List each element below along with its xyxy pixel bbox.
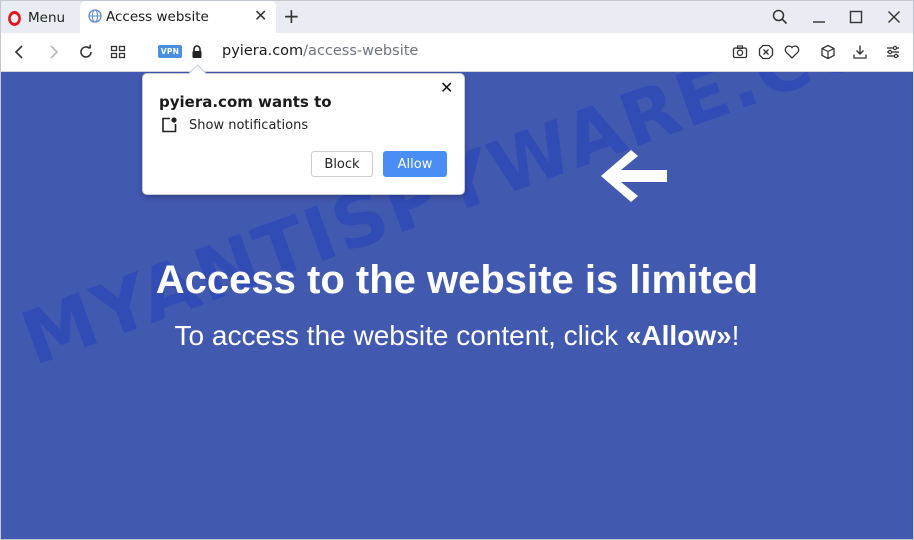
url-path: /access-website: [303, 43, 419, 59]
subline-allow-word: «Allow»: [625, 320, 732, 351]
popup-title: pyiera.com wants to: [159, 93, 332, 111]
browser-window: Menu Access website ✕ + VPN pyiera.com/a…: [0, 0, 914, 540]
opera-logo-icon: [8, 10, 21, 26]
back-arrow-icon[interactable]: [10, 42, 30, 62]
vpn-badge[interactable]: VPN: [158, 45, 182, 58]
notification-bell-icon: [162, 117, 177, 133]
url-domain: pyiera.com: [222, 43, 304, 59]
tab-bar: Menu Access website ✕ +: [1, 1, 913, 33]
url-field[interactable]: pyiera.com/access-website: [222, 43, 418, 59]
page-headline: Access to the website is limited: [155, 258, 759, 302]
lock-icon[interactable]: [187, 42, 207, 62]
tab-title: Access website: [106, 9, 209, 25]
allow-button[interactable]: Allow: [383, 151, 447, 177]
menu-label: Menu: [28, 10, 66, 26]
easy-setup-sliders-icon[interactable]: [883, 42, 903, 62]
speed-dial-grid-icon[interactable]: [108, 42, 128, 62]
subline-suffix: !: [731, 320, 740, 351]
extensions-cube-icon[interactable]: [818, 42, 838, 62]
left-arrow-icon: [601, 150, 667, 202]
page-subline: To access the website content, click «Al…: [1, 320, 913, 352]
download-icon[interactable]: [850, 42, 870, 62]
globe-favicon-icon: [88, 9, 102, 23]
tab-close-icon[interactable]: ✕: [254, 8, 267, 24]
opera-menu-button[interactable]: Menu: [7, 7, 65, 29]
camera-snapshot-icon[interactable]: [730, 42, 750, 62]
forward-arrow-icon[interactable]: [43, 42, 63, 62]
subline-prefix: To access the website content, click: [174, 320, 626, 351]
search-tabs-icon[interactable]: [770, 7, 790, 27]
reload-icon[interactable]: [76, 42, 96, 62]
close-icon[interactable]: ✕: [440, 80, 453, 96]
close-window-icon[interactable]: [884, 7, 904, 27]
maximize-icon[interactable]: [846, 7, 866, 27]
new-tab-plus-icon[interactable]: +: [283, 6, 300, 26]
block-button[interactable]: Block: [311, 151, 373, 177]
heart-bookmark-icon[interactable]: [782, 42, 802, 62]
tab-access-website[interactable]: Access website ✕: [80, 1, 276, 33]
notification-permission-popup: pyiera.com wants to ✕ Show notifications…: [142, 64, 465, 195]
address-bar: VPN pyiera.com/access-website: [1, 33, 913, 72]
minimize-icon[interactable]: [809, 7, 829, 27]
permission-label: Show notifications: [189, 118, 309, 133]
ad-blocker-icon[interactable]: [756, 42, 776, 62]
